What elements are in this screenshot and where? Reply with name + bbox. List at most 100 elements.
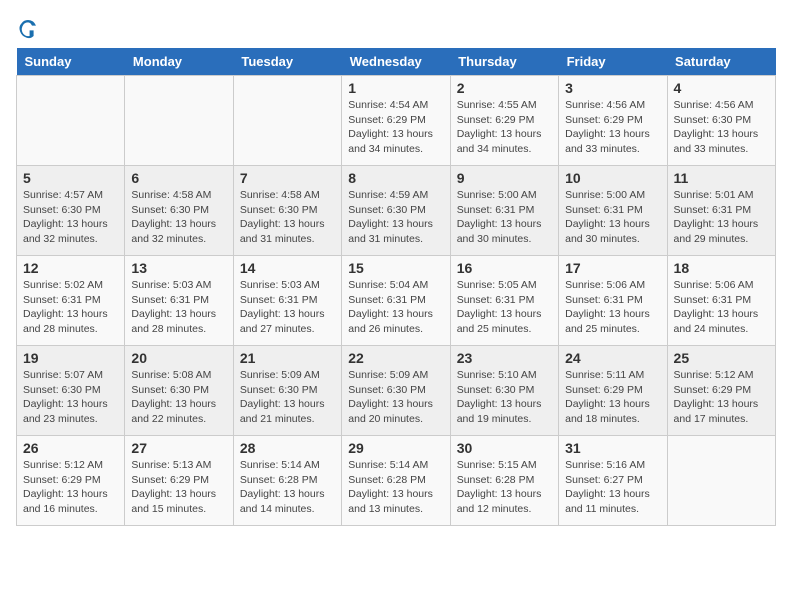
day-info: Sunrise: 5:14 AM Sunset: 6:28 PM Dayligh… [240,458,335,517]
day-info: Sunrise: 5:01 AM Sunset: 6:31 PM Dayligh… [674,188,769,247]
day-info: Sunrise: 5:06 AM Sunset: 6:31 PM Dayligh… [674,278,769,337]
day-cell: 11 Sunrise: 5:01 AM Sunset: 6:31 PM Dayli… [667,166,775,256]
day-number: 22 [348,350,443,366]
header [16,16,776,40]
day-number: 27 [131,440,226,456]
day-info: Sunrise: 4:59 AM Sunset: 6:30 PM Dayligh… [348,188,443,247]
day-info: Sunrise: 5:03 AM Sunset: 6:31 PM Dayligh… [131,278,226,337]
day-number: 5 [23,170,118,186]
day-number: 28 [240,440,335,456]
day-cell: 18 Sunrise: 5:06 AM Sunset: 6:31 PM Dayli… [667,256,775,346]
day-number: 31 [565,440,660,456]
day-number: 12 [23,260,118,276]
header-tuesday: Tuesday [233,48,341,76]
day-number: 11 [674,170,769,186]
day-number: 7 [240,170,335,186]
day-number: 17 [565,260,660,276]
day-number: 9 [457,170,552,186]
day-info: Sunrise: 4:56 AM Sunset: 6:30 PM Dayligh… [674,98,769,157]
day-number: 24 [565,350,660,366]
day-cell: 31 Sunrise: 5:16 AM Sunset: 6:27 PM Dayli… [559,436,667,526]
week-row-2: 5 Sunrise: 4:57 AM Sunset: 6:30 PM Daylig… [17,166,776,256]
day-info: Sunrise: 5:00 AM Sunset: 6:31 PM Dayligh… [457,188,552,247]
day-number: 30 [457,440,552,456]
day-info: Sunrise: 5:03 AM Sunset: 6:31 PM Dayligh… [240,278,335,337]
week-row-3: 12 Sunrise: 5:02 AM Sunset: 6:31 PM Dayli… [17,256,776,346]
day-info: Sunrise: 4:55 AM Sunset: 6:29 PM Dayligh… [457,98,552,157]
week-row-1: 1 Sunrise: 4:54 AM Sunset: 6:29 PM Daylig… [17,76,776,166]
day-number: 20 [131,350,226,366]
week-row-5: 26 Sunrise: 5:12 AM Sunset: 6:29 PM Dayli… [17,436,776,526]
day-cell: 7 Sunrise: 4:58 AM Sunset: 6:30 PM Daylig… [233,166,341,256]
day-number: 2 [457,80,552,96]
day-cell: 2 Sunrise: 4:55 AM Sunset: 6:29 PM Daylig… [450,76,558,166]
day-cell: 21Sunrise: 5:09 AM Sunset: 6:30 PM Dayli… [233,346,341,436]
day-cell: 16 Sunrise: 5:05 AM Sunset: 6:31 PM Dayli… [450,256,558,346]
day-cell: 9 Sunrise: 5:00 AM Sunset: 6:31 PM Daylig… [450,166,558,256]
day-number: 8 [348,170,443,186]
day-cell [667,436,775,526]
day-info: Sunrise: 5:12 AM Sunset: 6:29 PM Dayligh… [23,458,118,517]
day-cell: 12 Sunrise: 5:02 AM Sunset: 6:31 PM Dayli… [17,256,125,346]
logo-icon [16,16,40,40]
day-info: Sunrise: 4:54 AM Sunset: 6:29 PM Dayligh… [348,98,443,157]
day-info: Sunrise: 5:02 AM Sunset: 6:31 PM Dayligh… [23,278,118,337]
calendar-table: SundayMondayTuesdayWednesdayThursdayFrid… [16,48,776,526]
day-cell [233,76,341,166]
day-info: Sunrise: 5:15 AM Sunset: 6:28 PM Dayligh… [457,458,552,517]
calendar-header-row: SundayMondayTuesdayWednesdayThursdayFrid… [17,48,776,76]
day-cell: 23 Sunrise: 5:10 AM Sunset: 6:30 PM Dayli… [450,346,558,436]
day-info: Sunrise: 5:07 AM Sunset: 6:30 PM Dayligh… [23,368,118,427]
day-number: 4 [674,80,769,96]
header-monday: Monday [125,48,233,76]
day-info: Sunrise: 4:56 AM Sunset: 6:29 PM Dayligh… [565,98,660,157]
day-cell: 28 Sunrise: 5:14 AM Sunset: 6:28 PM Dayli… [233,436,341,526]
header-sunday: Sunday [17,48,125,76]
day-number: 26 [23,440,118,456]
day-number: 1 [348,80,443,96]
day-info: Sunrise: 5:09 AM Sunset: 6:30 PM Dayligh… [348,368,443,427]
day-info: Sunrise: 5:10 AM Sunset: 6:30 PM Dayligh… [457,368,552,427]
day-info: Sunrise: 5:09 AM Sunset: 6:30 PM Dayligh… [240,368,335,427]
day-cell: 17 Sunrise: 5:06 AM Sunset: 6:31 PM Dayli… [559,256,667,346]
day-cell: 6 Sunrise: 4:58 AM Sunset: 6:30 PM Daylig… [125,166,233,256]
day-number: 19 [23,350,118,366]
day-cell: 5 Sunrise: 4:57 AM Sunset: 6:30 PM Daylig… [17,166,125,256]
day-number: 23 [457,350,552,366]
day-info: Sunrise: 5:04 AM Sunset: 6:31 PM Dayligh… [348,278,443,337]
day-info: Sunrise: 4:58 AM Sunset: 6:30 PM Dayligh… [240,188,335,247]
day-cell: 26 Sunrise: 5:12 AM Sunset: 6:29 PM Dayli… [17,436,125,526]
day-number: 18 [674,260,769,276]
day-info: Sunrise: 5:14 AM Sunset: 6:28 PM Dayligh… [348,458,443,517]
header-wednesday: Wednesday [342,48,450,76]
day-cell: 14 Sunrise: 5:03 AM Sunset: 6:31 PM Dayli… [233,256,341,346]
day-info: Sunrise: 5:13 AM Sunset: 6:29 PM Dayligh… [131,458,226,517]
day-info: Sunrise: 5:08 AM Sunset: 6:30 PM Dayligh… [131,368,226,427]
day-info: Sunrise: 4:57 AM Sunset: 6:30 PM Dayligh… [23,188,118,247]
day-number: 13 [131,260,226,276]
day-cell: 3Sunrise: 4:56 AM Sunset: 6:29 PM Daylig… [559,76,667,166]
day-cell: 1 Sunrise: 4:54 AM Sunset: 6:29 PM Daylig… [342,76,450,166]
day-info: Sunrise: 5:16 AM Sunset: 6:27 PM Dayligh… [565,458,660,517]
day-cell: 25Sunrise: 5:12 AM Sunset: 6:29 PM Dayli… [667,346,775,436]
day-info: Sunrise: 5:05 AM Sunset: 6:31 PM Dayligh… [457,278,552,337]
day-cell: 19 Sunrise: 5:07 AM Sunset: 6:30 PM Dayli… [17,346,125,436]
day-info: Sunrise: 5:06 AM Sunset: 6:31 PM Dayligh… [565,278,660,337]
day-cell: 8 Sunrise: 4:59 AM Sunset: 6:30 PM Daylig… [342,166,450,256]
day-cell: 10Sunrise: 5:00 AM Sunset: 6:31 PM Dayli… [559,166,667,256]
day-cell: 4 Sunrise: 4:56 AM Sunset: 6:30 PM Daylig… [667,76,775,166]
header-thursday: Thursday [450,48,558,76]
day-number: 16 [457,260,552,276]
day-number: 6 [131,170,226,186]
day-number: 10 [565,170,660,186]
day-cell [17,76,125,166]
day-cell: 24 Sunrise: 5:11 AM Sunset: 6:29 PM Dayli… [559,346,667,436]
header-friday: Friday [559,48,667,76]
day-info: Sunrise: 5:11 AM Sunset: 6:29 PM Dayligh… [565,368,660,427]
day-info: Sunrise: 4:58 AM Sunset: 6:30 PM Dayligh… [131,188,226,247]
day-cell: 22 Sunrise: 5:09 AM Sunset: 6:30 PM Dayli… [342,346,450,436]
week-row-4: 19 Sunrise: 5:07 AM Sunset: 6:30 PM Dayli… [17,346,776,436]
logo [16,16,44,40]
day-cell: 15Sunrise: 5:04 AM Sunset: 6:31 PM Dayli… [342,256,450,346]
day-number: 14 [240,260,335,276]
